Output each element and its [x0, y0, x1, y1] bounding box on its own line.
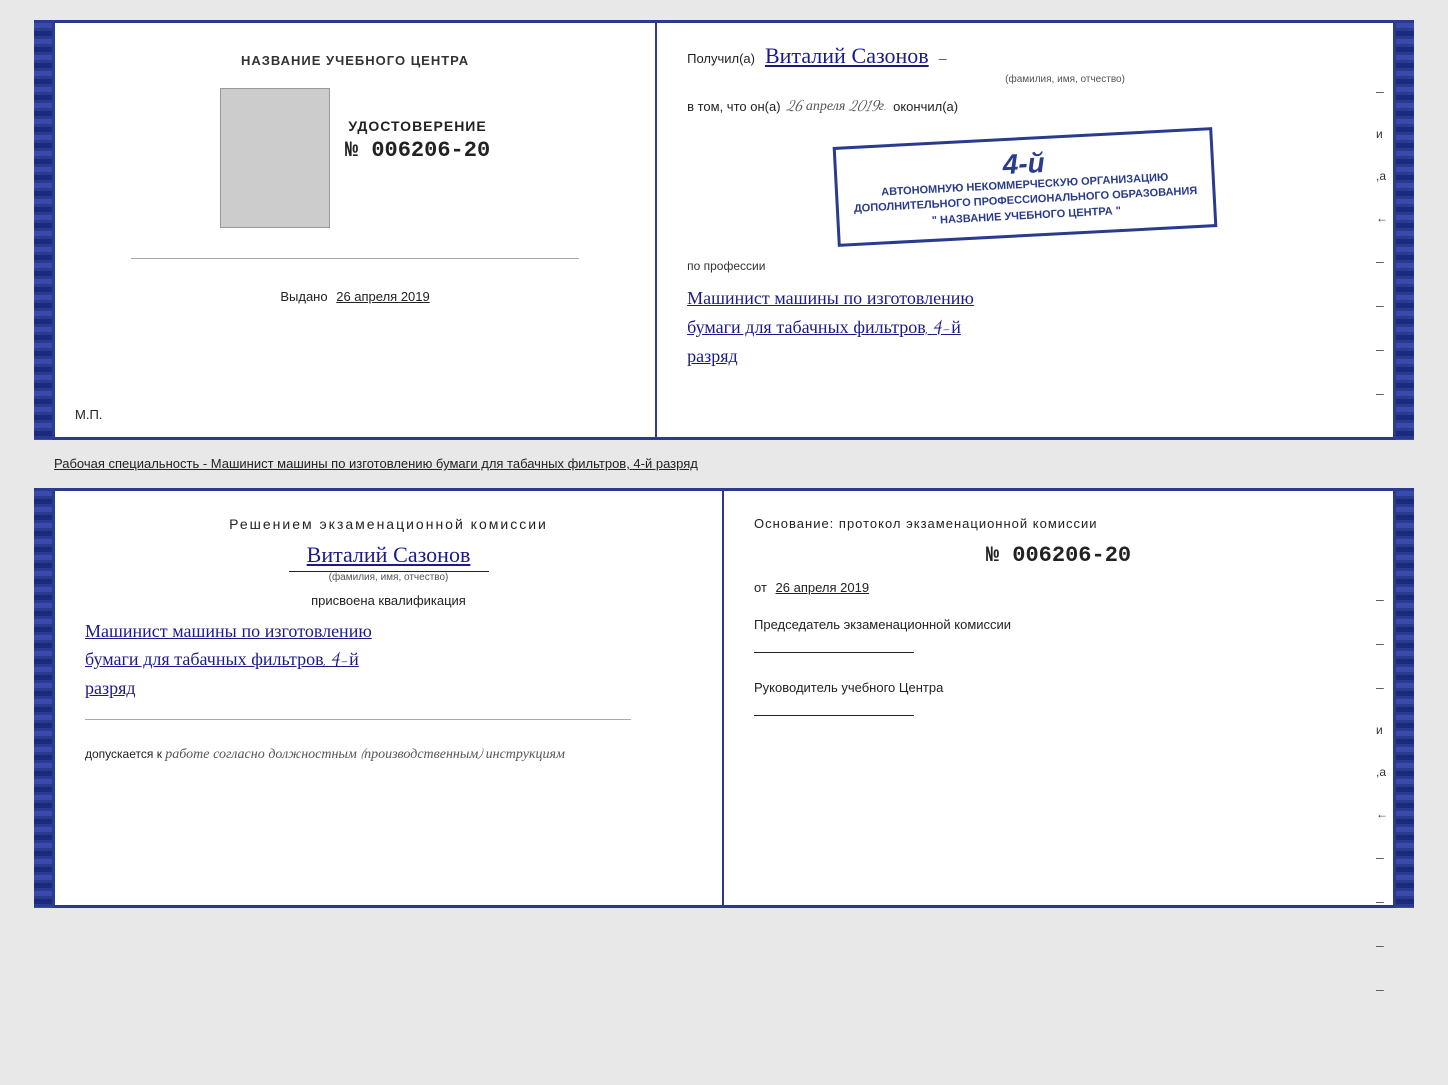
mp-label: М.П. [75, 407, 102, 422]
specialty-text: Рабочая специальность - Машинист машины … [34, 448, 1414, 480]
photo-placeholder [220, 88, 330, 228]
poluchil-line: Получил(а) Виталий Сазонов – [687, 43, 1363, 70]
protocol-number: № 006206-20 [754, 543, 1363, 568]
chairman-block: Председатель экзаменационной комиссии [754, 617, 1363, 653]
recipient-name: Виталий Сазонов [765, 43, 929, 70]
vydano-line: Выдано 26 апреля 2019 [280, 289, 429, 304]
training-center-label-top: НАЗВАНИЕ УЧЕБНОГО ЦЕНТРА [241, 53, 469, 68]
ot-date: от 26 апреля 2019 [754, 580, 1363, 595]
right-side-decorations: – и ,а ← – – – – [1376, 83, 1393, 401]
qualification-block: Машинист машины по изготовлению бумаги д… [85, 618, 692, 704]
po-professii-label: по профессии [687, 259, 1363, 273]
resheniem-text: Решением экзаменационной комиссии [85, 516, 692, 532]
fio-hint-top: (фамилия, имя, отчество) [767, 74, 1363, 85]
osnovanie-text: Основание: протокол экзаменационной коми… [754, 516, 1363, 531]
dopuskaetsya-line: допускается к работе согласно должностны… [85, 745, 692, 763]
prisvoena-text: присвоена квалификация [85, 593, 692, 608]
rukovoditel-block: Руководитель учебного Центра [754, 665, 1363, 716]
udostoverenie-number: № 006206-20 [345, 138, 490, 163]
v-tom-line: в том, что он(а) 26 апреля 2019г. окончи… [687, 97, 1363, 115]
udostoverenie-title: УДОСТОВЕРЕНИЕ [345, 118, 490, 134]
profession-block: Машинист машины по изготовлению бумаги д… [687, 285, 1363, 371]
stamp-block: 4-й АВТОНОМНУЮ НЕКОММЕРЧЕСКУЮ ОРГАНИЗАЦИ… [833, 127, 1218, 247]
name-block-bottom: Виталий Сазонов (фамилия, имя, отчество) [85, 542, 692, 583]
bottom-right-decorations: – – – и ,а ← – – – – [1376, 591, 1393, 997]
